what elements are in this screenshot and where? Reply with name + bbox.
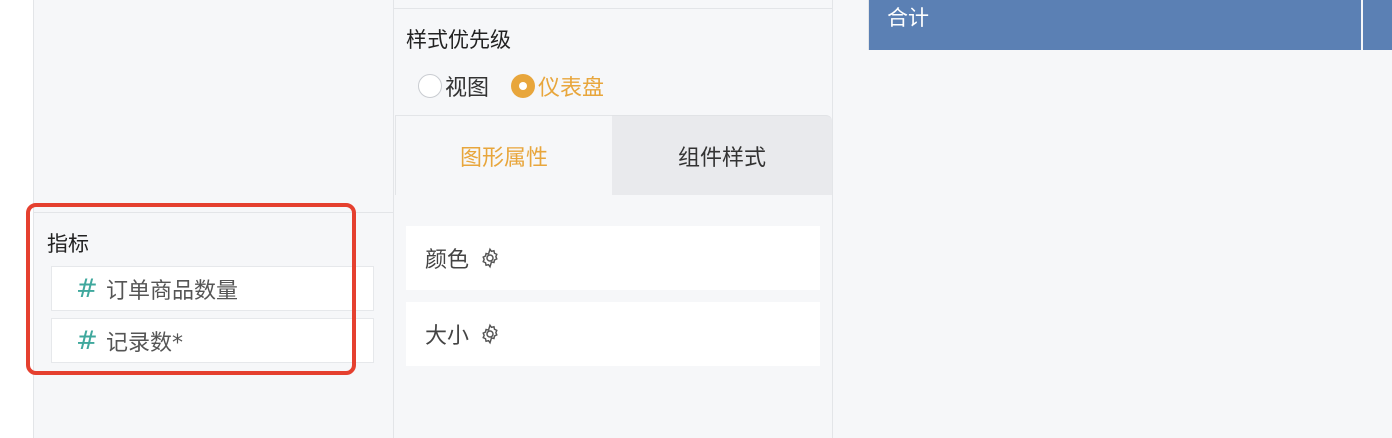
metric-label: 记录数* [106, 330, 184, 356]
property-size[interactable]: 大小 [406, 302, 820, 366]
metrics-section-title: 指标 [47, 232, 89, 256]
left-edge-strip [0, 0, 34, 438]
metric-item-order-quantity[interactable]: # 订单商品数量 [51, 266, 374, 311]
property-color-label: 颜色 [425, 248, 470, 273]
style-tabs: 图形属性 组件样式 [395, 115, 832, 195]
property-size-label: 大小 [425, 324, 470, 349]
metric-label: 订单商品数量 [106, 278, 239, 304]
style-panel: 样式优先级 视图 仪表盘 图形属性 组件样式 颜色 大小 [394, 0, 833, 438]
panel-top-divider [394, 8, 832, 9]
style-priority-radio-group: 视图 仪表盘 [418, 70, 604, 102]
radio-dashboard-label[interactable]: 仪表盘 [538, 70, 604, 102]
table-header-total-label: 合计 [887, 6, 929, 30]
tab-component-style[interactable]: 组件样式 [612, 115, 832, 195]
hash-icon: # [76, 273, 98, 304]
radio-dashboard[interactable] [511, 74, 536, 98]
hash-icon: # [76, 325, 98, 356]
radio-view[interactable] [418, 74, 442, 98]
data-fields-panel: 指标 # 订单商品数量 # 记录数* [34, 0, 394, 438]
table-header-cell [1361, 0, 1392, 50]
metric-item-record-count[interactable]: # 记录数* [51, 318, 374, 363]
radio-view-label[interactable]: 视图 [445, 70, 489, 102]
table-header-total: 合计 [868, 0, 1361, 50]
panel-divider [34, 212, 393, 213]
gear-icon[interactable] [479, 247, 501, 269]
property-color[interactable]: 颜色 [406, 226, 820, 290]
style-priority-label: 样式优先级 [406, 28, 511, 52]
chart-preview-area: 合计 [833, 0, 1392, 438]
gear-icon[interactable] [479, 323, 501, 345]
tab-graphic-properties[interactable]: 图形属性 [395, 115, 612, 195]
